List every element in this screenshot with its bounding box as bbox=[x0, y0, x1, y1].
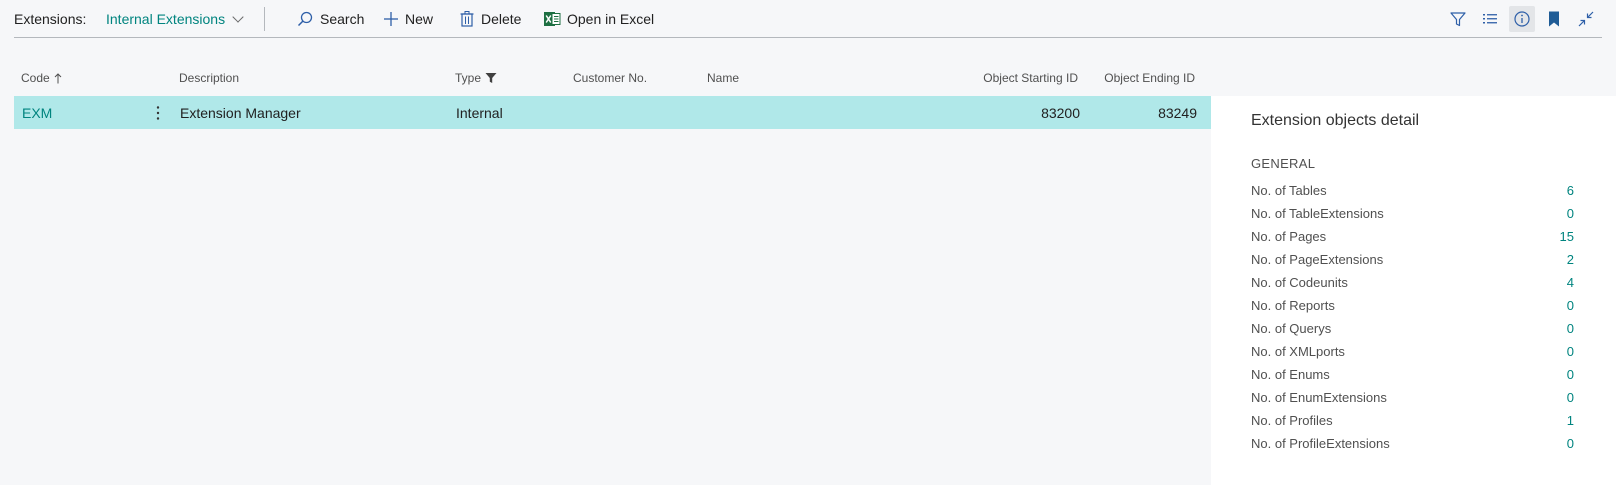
cell-object-ending-id: 83249 bbox=[1158, 104, 1197, 121]
factbox-value[interactable]: 0 bbox=[1567, 321, 1574, 336]
column-header-object-ending-id-label: Object Ending ID bbox=[1104, 71, 1195, 85]
column-header-customer-no-label: Customer No. bbox=[573, 71, 648, 85]
delete-button-label: Delete bbox=[481, 11, 522, 27]
factbox-value[interactable]: 2 bbox=[1567, 252, 1574, 267]
plus-icon bbox=[384, 12, 398, 26]
trash-icon bbox=[460, 11, 474, 27]
column-header-description[interactable]: Description bbox=[179, 71, 239, 85]
factbox-row-tables: No. of Tables 6 bbox=[1251, 180, 1574, 200]
collapse-icon bbox=[1578, 11, 1594, 27]
factbox-label: No. of Pages bbox=[1251, 228, 1327, 244]
new-button-label: New bbox=[405, 11, 434, 27]
cell-code[interactable]: EXM bbox=[22, 96, 52, 129]
table-row[interactable]: EXM Extension Manager Internal 83200 832… bbox=[14, 96, 1211, 129]
bookmark-button[interactable] bbox=[1541, 6, 1567, 32]
column-header-name[interactable]: Name bbox=[707, 71, 739, 85]
factbox-row-pages: No. of Pages 15 bbox=[1251, 226, 1574, 246]
sort-ascending-icon bbox=[54, 72, 62, 83]
factbox-value[interactable]: 0 bbox=[1567, 367, 1574, 382]
cell-object-starting-id: 83200 bbox=[1041, 104, 1080, 121]
filter-pane-button[interactable] bbox=[1445, 6, 1471, 32]
toolbar-divider bbox=[264, 7, 265, 31]
factbox-label: No. of XMLports bbox=[1251, 343, 1345, 359]
factbox-value[interactable]: 6 bbox=[1567, 183, 1574, 198]
factbox-label: No. of Reports bbox=[1251, 297, 1335, 313]
column-header-code-label: Code bbox=[21, 71, 50, 85]
row-menu-button[interactable] bbox=[150, 96, 166, 129]
column-header-code[interactable]: Code bbox=[21, 71, 62, 85]
filter-icon bbox=[1450, 12, 1466, 27]
factbox-row-enums: No. of Enums 0 bbox=[1251, 364, 1574, 384]
delete-button[interactable]: Delete bbox=[459, 0, 521, 38]
column-header-object-ending-id[interactable]: Object Ending ID bbox=[1104, 71, 1195, 85]
new-button[interactable]: New bbox=[383, 0, 433, 38]
factbox-value[interactable]: 1 bbox=[1567, 413, 1574, 428]
search-button[interactable]: Search bbox=[296, 0, 364, 38]
column-header-object-starting-id[interactable]: Object Starting ID bbox=[983, 71, 1078, 85]
column-header-object-starting-id-label: Object Starting ID bbox=[983, 71, 1078, 85]
list-view-button[interactable] bbox=[1477, 6, 1503, 32]
factbox-row-profileextensions: No. of ProfileExtensions 0 bbox=[1251, 433, 1574, 453]
factbox-label: No. of PageExtensions bbox=[1251, 251, 1384, 267]
page-title: Extensions: bbox=[14, 11, 87, 27]
search-button-label: Search bbox=[320, 11, 365, 27]
cell-description: Extension Manager bbox=[180, 104, 301, 121]
open-in-excel-button[interactable]: Open in Excel bbox=[543, 0, 654, 38]
factbox-label: No. of Codeunits bbox=[1251, 274, 1348, 290]
factbox-value[interactable]: 15 bbox=[1560, 229, 1574, 244]
factbox-value[interactable]: 0 bbox=[1567, 298, 1574, 313]
more-vertical-icon bbox=[156, 105, 160, 120]
factbox-label: No. of TableExtensions bbox=[1251, 205, 1384, 221]
open-in-excel-label: Open in Excel bbox=[567, 11, 655, 27]
factbox-value[interactable]: 0 bbox=[1567, 206, 1574, 221]
factbox-row-reports: No. of Reports 0 bbox=[1251, 295, 1574, 315]
factbox-value[interactable]: 0 bbox=[1567, 436, 1574, 451]
cell-type: Internal bbox=[456, 104, 503, 121]
factbox-row-tableextensions: No. of TableExtensions 0 bbox=[1251, 203, 1574, 223]
factbox-label: No. of EnumExtensions bbox=[1251, 389, 1387, 405]
excel-icon bbox=[544, 12, 561, 26]
factbox-label: No. of Profiles bbox=[1251, 412, 1333, 428]
factbox-label: No. of Enums bbox=[1251, 366, 1330, 382]
column-header-description-label: Description bbox=[179, 71, 240, 85]
factbox-section-general: GENERAL bbox=[1251, 156, 1316, 171]
factbox-row-querys: No. of Querys 0 bbox=[1251, 318, 1574, 338]
factbox-label: No. of Tables bbox=[1251, 182, 1327, 198]
column-header-type-label: Type bbox=[455, 71, 482, 85]
list-icon bbox=[1483, 14, 1497, 24]
collapse-button[interactable] bbox=[1573, 6, 1599, 32]
factbox-pane: Extension objects detail GENERAL No. of … bbox=[1211, 96, 1616, 485]
factbox-row-codeunits: No. of Codeunits 4 bbox=[1251, 272, 1574, 292]
factbox-row-xmlports: No. of XMLports 0 bbox=[1251, 341, 1574, 361]
view-selector[interactable]: Internal Extensions bbox=[106, 0, 244, 38]
column-header-name-label: Name bbox=[707, 71, 740, 85]
factbox-toggle-button[interactable] bbox=[1509, 6, 1535, 32]
factbox-label: No. of Querys bbox=[1251, 320, 1332, 336]
factbox-value[interactable]: 0 bbox=[1567, 344, 1574, 359]
factbox-row-enumextensions: No. of EnumExtensions 0 bbox=[1251, 387, 1574, 407]
factbox-row-profiles: No. of Profiles 1 bbox=[1251, 410, 1574, 430]
info-icon bbox=[1514, 11, 1530, 27]
factbox-row-pageextensions: No. of PageExtensions 2 bbox=[1251, 249, 1574, 269]
chevron-down-icon bbox=[232, 10, 244, 23]
filter-applied-icon bbox=[485, 73, 497, 83]
column-header-customer-no[interactable]: Customer No. bbox=[573, 71, 647, 85]
factbox-title: Extension objects detail bbox=[1251, 112, 1420, 129]
factbox-value[interactable]: 0 bbox=[1567, 390, 1574, 405]
action-bar: Extensions: Internal Extensions Search N… bbox=[14, 0, 1602, 38]
bookmark-icon bbox=[1549, 11, 1559, 27]
search-icon bbox=[297, 11, 313, 27]
column-header-type[interactable]: Type bbox=[455, 71, 497, 85]
factbox-label: No. of ProfileExtensions bbox=[1251, 435, 1390, 451]
view-selector-label: Internal Extensions bbox=[106, 11, 226, 27]
factbox-value[interactable]: 4 bbox=[1567, 275, 1574, 290]
